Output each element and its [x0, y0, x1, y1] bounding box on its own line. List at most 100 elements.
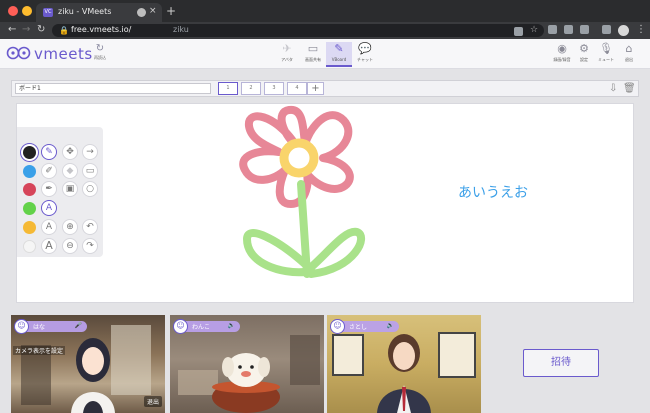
reload-icon[interactable]: ↻: [37, 24, 45, 35]
lock-icon: 🔒: [59, 26, 69, 35]
page-tab-2[interactable]: 2: [241, 82, 261, 95]
new-tab-button[interactable]: +: [166, 4, 176, 18]
undo-icon[interactable]: ↶: [82, 219, 98, 235]
marker-icon[interactable]: ✐: [41, 163, 57, 179]
vmeets-logo-icon: [6, 46, 31, 60]
chat-label: チャット: [357, 57, 373, 62]
pen-tool-icon[interactable]: ✒: [41, 181, 57, 197]
forward-arrow-icon[interactable]: →: [22, 24, 30, 35]
text-large-icon[interactable]: A: [41, 238, 57, 254]
speaker-icon[interactable]: 🔈: [228, 322, 235, 329]
color-black-swatch[interactable]: [23, 146, 36, 159]
page-tab-4[interactable]: 4: [287, 82, 307, 95]
app-logo-text: vmeets: [34, 45, 93, 63]
url-path: ziku: [173, 25, 189, 34]
browser-window: VC ziku - VMeets × + ← → ↻ 🔒 free.vmeets…: [0, 0, 650, 413]
zoom-in-icon[interactable]: ⊕: [62, 219, 78, 235]
flower-center: [279, 138, 319, 178]
color-blue-swatch[interactable]: [23, 165, 36, 178]
pen-icon: ✎: [334, 42, 344, 55]
vmeets-favicon-icon: VC: [43, 8, 53, 17]
screen-share-button[interactable]: ▭ 画面共有: [300, 42, 326, 67]
tab-audio-icon[interactable]: [137, 8, 146, 17]
reload-label: 再読込: [94, 55, 106, 60]
extension-icon-1[interactable]: [548, 25, 557, 34]
extension-icon-4[interactable]: [602, 25, 611, 34]
color-yellow-swatch[interactable]: [23, 221, 36, 234]
url-bar[interactable]: 🔒 free.vmeets.io/ ziku: [52, 24, 544, 37]
app-header: vmeets ↻ 再読込 ✈ アバタ ▭ 画面共有 ✎ VBoard 💬 チャッ…: [0, 39, 650, 69]
text-medium-icon[interactable]: A: [41, 219, 57, 235]
profile-avatar-icon[interactable]: [618, 25, 629, 36]
vboard-button[interactable]: ✎ VBoard: [326, 42, 352, 67]
leave-button[interactable]: ⌂ 退出: [616, 42, 642, 67]
zoom-out-icon[interactable]: ⊖: [62, 238, 78, 254]
browser-titlebar: VC ziku - VMeets × +: [0, 0, 650, 22]
add-page-button[interactable]: +: [307, 82, 324, 95]
whiteboard-canvas[interactable]: ✎ ✐ ✒ A A A ✥ ◆ ▣ ⊕ ⊖ → ▭ ○ ↶ ↷ あいうえお: [16, 103, 634, 303]
page-tab-3[interactable]: 3: [264, 82, 284, 95]
address-toolbar: ← → ↻ 🔒 free.vmeets.io/ ziku ☆ ⋮: [0, 22, 650, 39]
participant-name: さとし: [349, 324, 368, 331]
flower-drawing: [239, 105, 366, 278]
redo-icon[interactable]: ↷: [82, 238, 98, 254]
person-icon: ✈: [282, 42, 292, 55]
board-name-field[interactable]: ボード1: [15, 83, 211, 94]
color-green-swatch[interactable]: [23, 202, 36, 215]
participant-avatar-icon: ☺: [173, 319, 188, 334]
video-tile-hana[interactable]: ☺ はな 🎤 カメラ表示を設定 退出: [11, 315, 165, 413]
text-tool-icon[interactable]: A: [41, 200, 57, 216]
rectangle-icon[interactable]: ▭: [82, 163, 98, 179]
participant-avatar-icon: ☺: [330, 319, 345, 334]
mic-icon[interactable]: 🎤: [75, 322, 82, 329]
back-arrow-icon[interactable]: ←: [8, 24, 16, 35]
video-tile-satoshi[interactable]: ☺ さとし 🔈: [327, 315, 481, 413]
vboard-label: VBoard: [331, 57, 347, 62]
close-tab-icon[interactable]: ×: [149, 6, 157, 16]
color-red-swatch[interactable]: [23, 183, 36, 196]
image-icon[interactable]: ▣: [62, 181, 78, 197]
camera-indicator-icon[interactable]: [514, 27, 523, 36]
download-icon[interactable]: ⇩: [609, 83, 617, 94]
arrow-line-icon[interactable]: →: [82, 144, 98, 160]
extension-icon-3[interactable]: [580, 25, 589, 34]
circle-icon[interactable]: ○: [82, 181, 98, 197]
chat-button[interactable]: 💬 チャット: [352, 42, 378, 67]
participant-namebar: ☺ わんこ 🔈: [173, 319, 240, 334]
flower-petals: [239, 105, 354, 208]
minimize-window-button[interactable]: [22, 6, 32, 16]
browser-tab[interactable]: VC ziku - VMeets ×: [36, 3, 162, 22]
screen-share-label: 画面共有: [305, 57, 321, 62]
video-tile-wanko[interactable]: ☺ わんこ 🔈: [170, 315, 324, 413]
color-white-swatch[interactable]: [23, 240, 36, 253]
tab-title: ziku - VMeets: [58, 7, 112, 16]
chat-icon: 💬: [358, 42, 372, 55]
url-host: free.vmeets.io/: [71, 25, 132, 34]
browser-menu-icon[interactable]: ⋮: [636, 24, 646, 35]
participant-name: わんこ: [192, 324, 211, 331]
leave-label: 退出: [625, 57, 633, 62]
drawing-palette: ✎ ✐ ✒ A A A ✥ ◆ ▣ ⊕ ⊖ → ▭ ○ ↶ ↷: [17, 127, 103, 257]
refresh-icon: ↻: [95, 43, 105, 54]
trash-icon[interactable]: 🗑: [623, 83, 636, 94]
close-window-button[interactable]: [8, 6, 18, 16]
camera-setting-text[interactable]: カメラ表示を設定: [13, 346, 66, 355]
flower-leaf-left: [242, 229, 309, 277]
participant-namebar: ☺ はな 🎤: [14, 319, 87, 334]
app-reload-button[interactable]: ↻ 再読込: [90, 43, 110, 61]
bookmark-star-icon[interactable]: ☆: [530, 25, 538, 35]
tile-leave-button[interactable]: 退出: [143, 396, 162, 407]
page-tab-1[interactable]: 1: [218, 82, 238, 95]
extension-icon-2[interactable]: [564, 25, 573, 34]
participant-namebar: ☺ さとし 🔈: [330, 319, 399, 334]
move-icon[interactable]: ✥: [62, 144, 78, 160]
participant-name: はな: [33, 324, 46, 331]
invite-button[interactable]: 招待: [523, 349, 599, 377]
avatar-button[interactable]: ✈ アバタ: [274, 42, 300, 67]
speaker-icon[interactable]: 🔈: [387, 322, 394, 329]
pencil-icon[interactable]: ✎: [41, 144, 57, 160]
participant-avatar-icon: ☺: [14, 319, 29, 334]
board-text-label[interactable]: あいうえお: [458, 182, 528, 202]
eraser-icon[interactable]: ◆: [62, 163, 78, 179]
monitor-icon: ▭: [307, 42, 319, 55]
